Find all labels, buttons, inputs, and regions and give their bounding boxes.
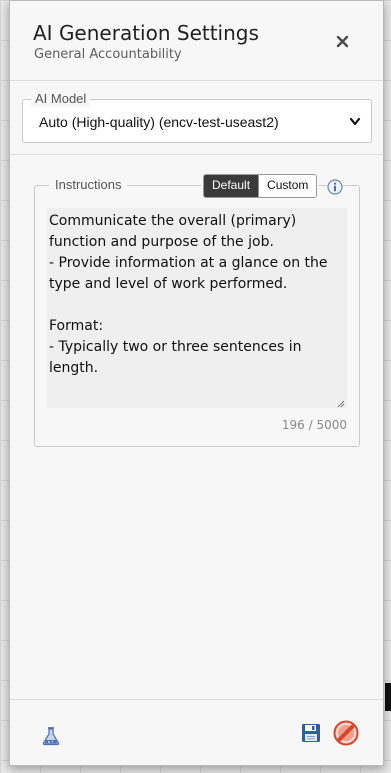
save-icon xyxy=(302,724,320,742)
cancel-button[interactable] xyxy=(333,720,359,746)
ai-model-selected-value: Auto (High-quality) (encv-test-useast2) xyxy=(39,114,279,130)
ai-generation-settings-dialog: AI Generation Settings General Accountab… xyxy=(9,0,384,766)
instructions-textarea[interactable]: Communicate the overall (primary) functi… xyxy=(47,208,347,408)
ai-model-fieldset: AI Model Auto (High-quality) (encv-test-… xyxy=(22,91,372,143)
instructions-mode-toggle: Default Custom xyxy=(203,174,318,198)
dialog-subtitle: General Accountability xyxy=(34,47,182,62)
dialog-header: AI Generation Settings General Accountab… xyxy=(10,1,383,81)
test-generation-button[interactable] xyxy=(40,725,62,747)
instructions-label: Instructions xyxy=(49,177,128,193)
info-button[interactable] xyxy=(327,179,343,195)
dialog-title: AI Generation Settings xyxy=(33,21,259,45)
dialog-footer xyxy=(10,699,383,765)
flask-icon xyxy=(42,727,60,746)
ai-model-select[interactable]: Auto (High-quality) (encv-test-useast2) xyxy=(24,108,370,136)
custom-mode-button[interactable]: Custom xyxy=(258,175,317,197)
instructions-fieldset: Instructions Default Custom Communicate … xyxy=(34,174,360,447)
close-button[interactable] xyxy=(334,33,352,51)
resize-grip-icon[interactable] xyxy=(337,400,345,408)
info-icon xyxy=(327,179,343,195)
background-scrollbar-fragment xyxy=(385,683,391,711)
default-mode-button[interactable]: Default xyxy=(204,175,259,197)
character-counter: 196 / 5000 xyxy=(281,418,347,432)
ai-model-label: AI Model xyxy=(31,91,91,107)
close-icon xyxy=(336,35,349,48)
ai-model-section: AI Model Auto (High-quality) (encv-test-… xyxy=(10,81,383,155)
chevron-down-icon xyxy=(349,117,361,126)
save-button[interactable] xyxy=(300,722,322,744)
cancel-icon xyxy=(333,720,359,746)
